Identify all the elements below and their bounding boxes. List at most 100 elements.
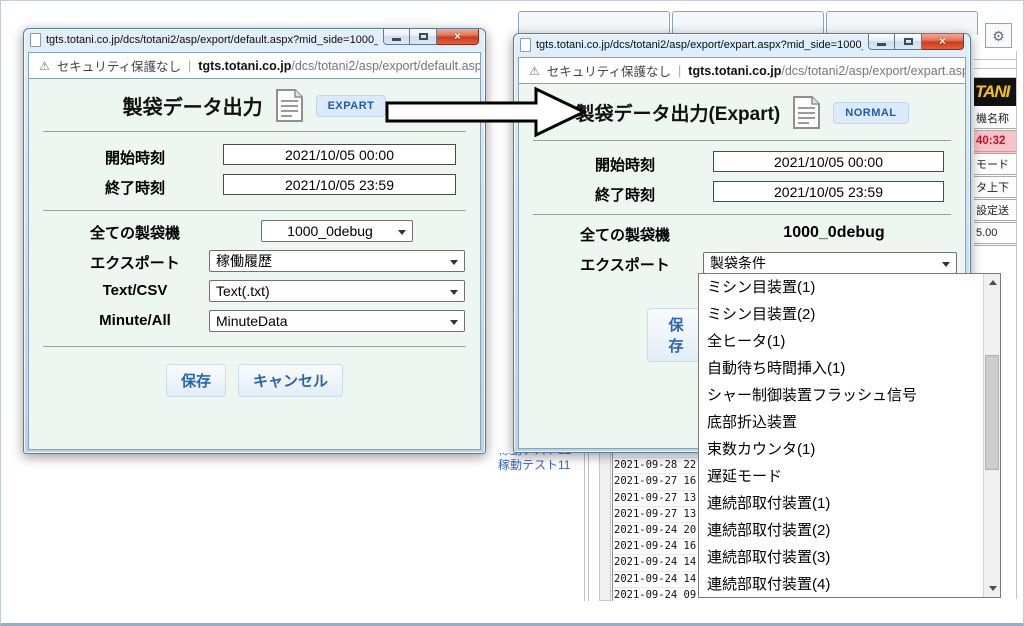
chevron-down-icon <box>450 290 458 295</box>
background-tab[interactable] <box>826 11 978 35</box>
security-label: セキュリティ保護なし <box>57 56 181 75</box>
gear-icon: ⚙ <box>992 29 1005 43</box>
minimize-button[interactable] <box>868 34 895 50</box>
background-scrollbar[interactable] <box>599 449 611 601</box>
export-option[interactable]: 底部折込装置 <box>699 409 983 436</box>
close-button[interactable]: × <box>437 29 479 45</box>
page-title: 製袋データ出力(Expart) <box>575 99 780 126</box>
chevron-down-icon <box>398 230 406 235</box>
minute-select-value: MinuteData <box>216 313 288 329</box>
background-tab[interactable] <box>672 11 824 35</box>
format-select-value: Text(.txt) <box>216 283 270 299</box>
export-select-open[interactable]: 製袋条件 <box>703 252 957 274</box>
cancel-button[interactable]: キャンセル <box>238 364 343 397</box>
side-panel-cell: 設定送 <box>974 200 1016 223</box>
format-select[interactable]: Text(.txt) <box>209 280 465 302</box>
security-warning-icon: ⚠ <box>529 64 540 78</box>
format-label: Text/CSV <box>45 282 225 299</box>
export-option[interactable]: シャー制御装置フラッシュ信号 <box>699 382 983 409</box>
section-divider <box>533 214 951 215</box>
side-panel-cell: 5.00 <box>974 223 1016 246</box>
button-row: 保存 キャンセル <box>29 364 480 397</box>
minute-label: Minute/All <box>45 312 225 329</box>
url-path: /dcs/totani2/asp/export/expart.aspx?... <box>781 64 966 78</box>
export-option[interactable]: ミシン目装置(1) <box>699 274 983 301</box>
end-time-label: 終了時刻 <box>45 177 225 198</box>
totani-logo: TANI <box>974 78 1016 106</box>
divider <box>974 51 1016 60</box>
export-dropdown-list: ミシン目装置(1)ミシン目装置(2)全ヒータ(1)自動待ち時間挿入(1)シャー制… <box>699 274 983 597</box>
background-tab[interactable] <box>518 11 670 35</box>
divider <box>974 60 1016 69</box>
background-link[interactable]: 稼動テスト11 <box>498 458 590 473</box>
timestamp-row: 2021-09-24 14:2 <box>613 572 700 588</box>
export-label: エクスポート <box>45 252 225 273</box>
export-select-value: 稼働履歴 <box>216 251 272 271</box>
scroll-up-icon[interactable] <box>984 274 1001 291</box>
minimize-button[interactable] <box>383 29 410 45</box>
close-button[interactable]: × <box>922 34 964 50</box>
url-host: tgts.totani.co.jp <box>688 64 781 78</box>
maximize-button[interactable] <box>895 34 922 50</box>
start-time-input[interactable] <box>713 151 944 172</box>
timestamp-row: 2021-09-24 20:5 <box>613 523 700 539</box>
window-title: tgts.totani.co.jp/dcs/totani2/asp/export… <box>536 39 863 51</box>
minute-select[interactable]: MinuteData <box>209 310 465 332</box>
page-favicon <box>30 33 41 47</box>
timestamp-row: 2021-09-24 16:3 <box>613 539 700 555</box>
section-divider <box>43 210 466 211</box>
timestamp-row: 2021-09-27 13:5 <box>613 491 700 507</box>
chevron-down-icon <box>450 320 458 325</box>
export-dropdown: ミシン目装置(1)ミシン目装置(2)全ヒータ(1)自動待ち時間挿入(1)シャー制… <box>698 273 1001 598</box>
page-title: 製袋データ出力 <box>123 91 263 120</box>
titlebar[interactable]: tgts.totani.co.jp/dcs/totani2/asp/export… <box>28 29 481 52</box>
divider: | <box>678 64 681 78</box>
page-favicon <box>520 38 531 52</box>
export-option[interactable]: 全ヒータ(1) <box>699 328 983 355</box>
mode-badge-button[interactable]: NORMAL <box>833 102 908 124</box>
timestamp-row: 2021-09-27 13:4 <box>613 507 700 523</box>
scrollbar-thumb[interactable] <box>985 355 999 470</box>
settings-gear-button[interactable]: ⚙ <box>985 23 1012 48</box>
background-scrollbar-line <box>1016 51 1017 599</box>
url-host: tgts.totani.co.jp <box>198 59 291 73</box>
machine-select[interactable]: 1000_0debug <box>261 220 413 242</box>
dropdown-scrollbar[interactable] <box>983 274 1000 597</box>
chevron-down-icon <box>450 260 458 265</box>
end-time-input[interactable] <box>713 181 944 202</box>
scroll-down-icon[interactable] <box>984 580 1001 597</box>
timestamp-row: 2021-09-27 16:4 <box>613 474 700 490</box>
export-option[interactable]: 束数カウンタ(1) <box>699 436 983 463</box>
export-option[interactable]: 自動待ち時間挿入(1) <box>699 355 983 382</box>
chevron-down-icon <box>942 262 950 267</box>
window-title: tgts.totani.co.jp/dcs/totani2/asp/export… <box>46 34 378 46</box>
export-option[interactable]: 遅延モード <box>699 463 983 490</box>
save-button[interactable]: 保存 <box>166 364 226 397</box>
export-option[interactable]: 連続部取付装置(2) <box>699 517 983 544</box>
end-time-label: 終了時刻 <box>535 184 715 205</box>
end-time-input[interactable] <box>223 174 456 195</box>
export-select[interactable]: 稼働履歴 <box>209 250 465 272</box>
machine-label: 全ての製袋機 <box>45 222 225 243</box>
timestamp-row: 2021-09-24 14:2 <box>613 555 700 571</box>
timestamp-list: 2021-09-29 10:22021-09-28 22:52021-09-27… <box>612 448 700 601</box>
side-panel-cell: 40:32 <box>974 131 1016 154</box>
address-bar[interactable]: ⚠ セキュリティ保護なし | tgts.totani.co.jp/dcs/tot… <box>28 52 481 79</box>
security-warning-icon: ⚠ <box>39 59 50 73</box>
machine-value: 1000_0debug <box>739 224 929 242</box>
address-bar[interactable]: ⚠ セキュリティ保護なし | tgts.totani.co.jp/dcs/tot… <box>518 57 966 84</box>
export-option[interactable]: 連続部取付装置(1) <box>699 490 983 517</box>
export-label: エクスポート <box>535 254 715 275</box>
start-time-input[interactable] <box>223 144 456 165</box>
screenshot-stage: ⚙ TANI 機名称40:32モードタ上下設定送5.00 稼動テスト12稼動テス… <box>0 0 1024 626</box>
side-panel-cell: モード <box>974 154 1016 177</box>
titlebar[interactable]: tgts.totani.co.jp/dcs/totani2/asp/export… <box>518 34 966 57</box>
export-option[interactable]: 連続部取付装置(4) <box>699 571 983 598</box>
save-button[interactable]: 保存 <box>647 308 705 362</box>
export-option[interactable]: ミシン目装置(2) <box>699 301 983 328</box>
divider: | <box>188 59 191 73</box>
maximize-button[interactable] <box>410 29 437 45</box>
document-icon <box>276 89 303 122</box>
mode-badge-button[interactable]: EXPART <box>316 95 387 117</box>
export-option[interactable]: 連続部取付装置(3) <box>699 544 983 571</box>
